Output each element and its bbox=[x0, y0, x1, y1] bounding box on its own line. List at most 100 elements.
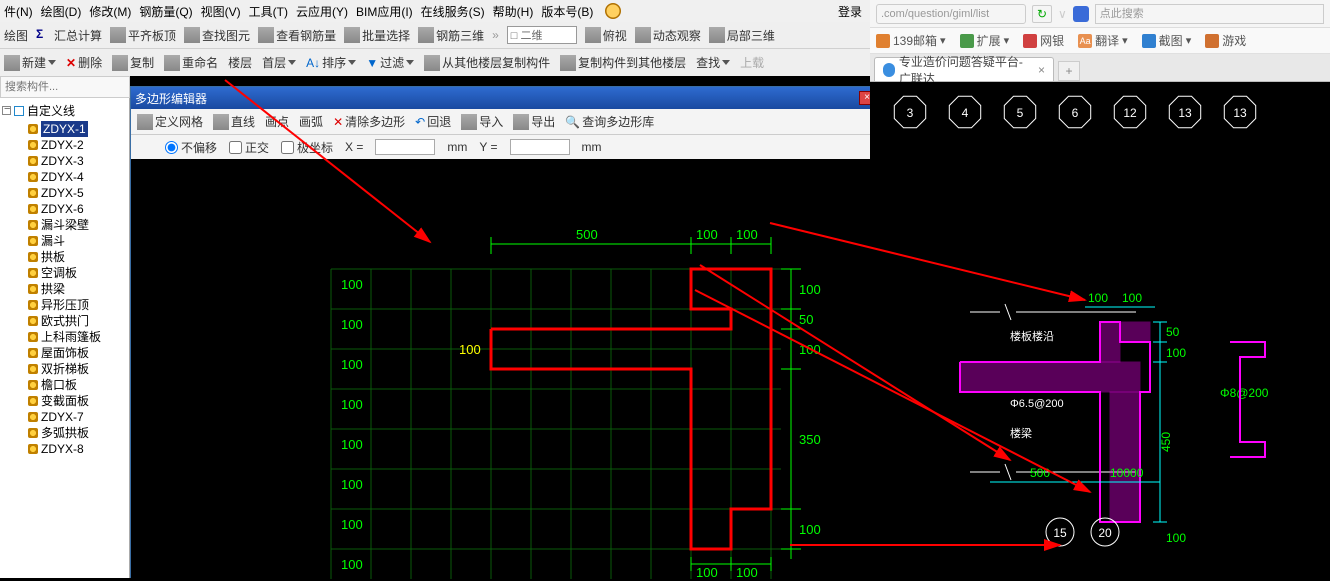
menu-tools[interactable]: 工具(T) bbox=[249, 3, 288, 20]
dim-top-100a: 100 bbox=[696, 227, 718, 242]
tree-item[interactable]: 双折梯板 bbox=[28, 361, 127, 377]
rename-button[interactable]: 重命名 bbox=[164, 54, 218, 71]
tool-find-elem[interactable]: 查找图元 bbox=[184, 27, 250, 44]
tool-rebar3d[interactable]: 钢筋三维 bbox=[418, 27, 484, 44]
delete-button[interactable]: ✕删除 bbox=[66, 54, 102, 71]
search-input[interactable] bbox=[1, 77, 129, 97]
tool-flatten[interactable]: 平齐板顶 bbox=[110, 27, 176, 44]
tool-topview[interactable]: 俯视 bbox=[585, 27, 627, 44]
find-button[interactable]: 查找 bbox=[696, 54, 730, 71]
item-icon bbox=[28, 156, 38, 166]
tree-item[interactable]: 屋面饰板 bbox=[28, 345, 127, 361]
menu-file[interactable]: 件(N) bbox=[4, 3, 33, 20]
tree-item[interactable]: ZDYX-6 bbox=[28, 201, 127, 217]
tool-draw[interactable]: 绘图 bbox=[4, 27, 28, 44]
copyto-icon bbox=[560, 55, 576, 71]
cad-text: Φ6.5@200 bbox=[1010, 398, 1064, 410]
tree-item[interactable]: ZDYX-5 bbox=[28, 185, 127, 201]
cad-dim: 100 bbox=[1122, 291, 1142, 305]
tab-close-icon[interactable]: × bbox=[1038, 63, 1045, 77]
tool-local3d[interactable]: 局部三维 bbox=[709, 27, 775, 44]
collapse-icon[interactable] bbox=[2, 106, 11, 115]
copy-from-button[interactable]: 从其他楼层复制构件 bbox=[424, 54, 550, 71]
cad-viewport[interactable]: 3456121313 50 100 450 100 bbox=[870, 82, 1330, 578]
dim-r-100b: 100 bbox=[799, 342, 821, 357]
fav-translate[interactable]: Aa翻译▾ bbox=[1078, 32, 1128, 49]
view-mode-combo[interactable]: □ 二维 bbox=[507, 26, 577, 44]
menu-rebar[interactable]: 钢筋量(Q) bbox=[139, 3, 192, 20]
menu-draw[interactable]: 绘图(D) bbox=[41, 3, 82, 20]
menu-version[interactable]: 版本号(B) bbox=[541, 3, 593, 20]
copy-to-button[interactable]: 复制构件到其他楼层 bbox=[560, 54, 686, 71]
copy-button[interactable]: 复制 bbox=[112, 54, 154, 71]
menu-bim[interactable]: BIM应用(I) bbox=[356, 3, 413, 20]
arc-button[interactable]: 画弧 bbox=[299, 113, 323, 130]
import-button[interactable]: 导入 bbox=[461, 113, 503, 130]
item-label: 漏斗 bbox=[41, 233, 65, 249]
new-tab-button[interactable]: + bbox=[1058, 61, 1080, 81]
tree-item[interactable]: 漏斗梁壁 bbox=[28, 217, 127, 233]
tree-item[interactable]: ZDYX-8 bbox=[28, 441, 127, 457]
tree-item[interactable]: ZDYX-2 bbox=[28, 137, 127, 153]
dim-b-100a: 100 bbox=[696, 565, 718, 579]
dim-r-100c: 100 bbox=[799, 522, 821, 537]
point-button[interactable]: 画点 bbox=[265, 113, 289, 130]
grid-label: 100 bbox=[341, 437, 363, 452]
tool-batch[interactable]: 批量选择 bbox=[344, 27, 410, 44]
sort-button[interactable]: A↓排序 bbox=[306, 54, 356, 71]
tree-item[interactable]: ZDYX-4 bbox=[28, 169, 127, 185]
define-grid-button[interactable]: 定义网格 bbox=[137, 113, 203, 130]
refresh-button[interactable]: ↻ bbox=[1032, 5, 1052, 23]
x-input[interactable] bbox=[375, 139, 435, 155]
fav-ext[interactable]: 扩展▾ bbox=[960, 32, 1010, 49]
tree-item[interactable]: 欧式拱门 bbox=[28, 313, 127, 329]
browser-search-input[interactable]: 点此搜索 bbox=[1095, 4, 1324, 24]
ortho-check[interactable]: 正交 bbox=[229, 139, 269, 156]
tree-item[interactable]: 拱板 bbox=[28, 249, 127, 265]
tool-view-rebar[interactable]: 查看钢筋量 bbox=[258, 27, 336, 44]
tree-item[interactable]: 空调板 bbox=[28, 265, 127, 281]
undo-button[interactable]: ↶回退 bbox=[415, 113, 451, 130]
menu-modify[interactable]: 修改(M) bbox=[89, 3, 131, 20]
line-button[interactable]: 直线 bbox=[213, 113, 255, 130]
filter-button[interactable]: ▼过滤 bbox=[366, 54, 414, 71]
fav-bank[interactable]: 网银 bbox=[1023, 32, 1064, 49]
item-icon bbox=[28, 332, 38, 342]
axis-number: 6 bbox=[1072, 106, 1079, 120]
url-field[interactable]: .com/question/giml/list bbox=[876, 4, 1026, 24]
tree-item[interactable]: ZDYX-7 bbox=[28, 409, 127, 425]
export-button[interactable]: 导出 bbox=[513, 113, 555, 130]
clear-button[interactable]: ✕清除多边形 bbox=[333, 113, 405, 130]
editor-canvas[interactable]: 500 100 100 100 50 100 350 100 100 100 1… bbox=[131, 159, 879, 579]
tree-item[interactable]: ZDYX-1 bbox=[28, 121, 127, 137]
tree-item[interactable]: 多弧拱板 bbox=[28, 425, 127, 441]
tree-root[interactable]: 自定义线 bbox=[2, 102, 127, 119]
new-button[interactable]: 新建 bbox=[4, 54, 56, 71]
tree-item[interactable]: 漏斗 bbox=[28, 233, 127, 249]
menu-help[interactable]: 帮助(H) bbox=[493, 3, 534, 20]
fav-game[interactable]: 游戏 bbox=[1205, 32, 1246, 49]
tool-sum[interactable]: 汇总计算 bbox=[36, 27, 102, 44]
fav-screenshot[interactable]: 截图▾ bbox=[1142, 32, 1192, 49]
upload-button[interactable]: 上载 bbox=[740, 54, 764, 71]
tree-item[interactable]: 异形压顶 bbox=[28, 297, 127, 313]
menu-online[interactable]: 在线服务(S) bbox=[421, 3, 485, 20]
y-input[interactable] bbox=[510, 139, 570, 155]
floor-combo[interactable]: 首层 bbox=[262, 54, 296, 71]
fav-mail[interactable]: 139邮箱▾ bbox=[876, 32, 946, 49]
tree-item[interactable]: ZDYX-3 bbox=[28, 153, 127, 169]
library-button[interactable]: 🔍查询多边形库 bbox=[565, 113, 654, 130]
menu-cloud[interactable]: 云应用(Y) bbox=[296, 3, 348, 20]
menu-view[interactable]: 视图(V) bbox=[201, 3, 241, 20]
tool-orbit[interactable]: 动态观察 bbox=[635, 27, 701, 44]
browser-tab[interactable]: 专业造价问题答疑平台-广联达 × bbox=[874, 57, 1054, 81]
editor-title-text: 多边形编辑器 bbox=[135, 90, 207, 107]
tree-item[interactable]: 檐口板 bbox=[28, 377, 127, 393]
tree-item[interactable]: 上科雨篷板 bbox=[28, 329, 127, 345]
polar-check[interactable]: 极坐标 bbox=[281, 139, 333, 156]
login-link[interactable]: 登录 bbox=[838, 3, 862, 20]
noshift-radio[interactable]: 不偏移 bbox=[165, 139, 217, 156]
tree-item[interactable]: 变截面板 bbox=[28, 393, 127, 409]
tree-item[interactable]: 拱梁 bbox=[28, 281, 127, 297]
editor-titlebar[interactable]: 多边形编辑器 × bbox=[131, 87, 879, 109]
